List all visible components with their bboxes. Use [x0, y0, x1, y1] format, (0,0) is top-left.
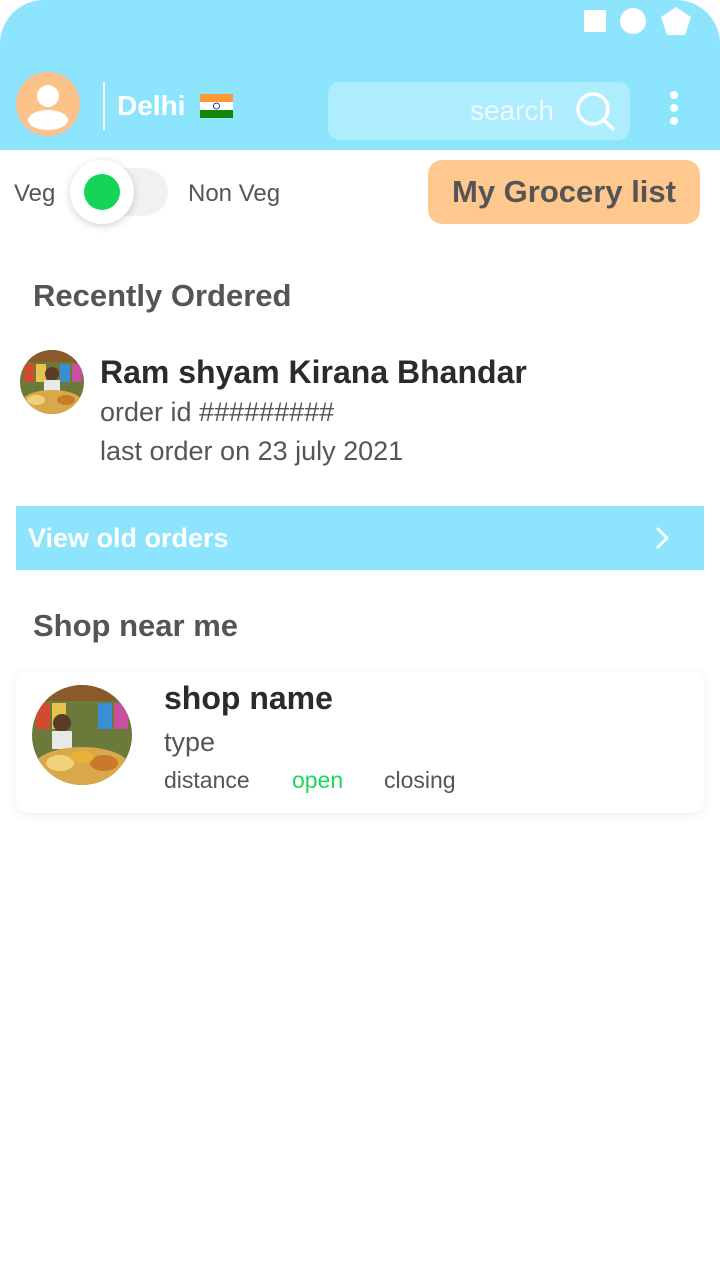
- search-icon[interactable]: [574, 90, 616, 132]
- more-options-icon[interactable]: [664, 90, 684, 126]
- header-divider: [103, 82, 105, 130]
- view-old-orders-label: View old orders: [28, 523, 229, 553]
- veg-indicator-dot: [84, 174, 120, 210]
- india-flag-icon: [200, 94, 233, 118]
- recently-ordered-title: Recently Ordered: [33, 278, 292, 313]
- non-veg-label: Non Veg: [188, 180, 281, 207]
- shop-photo-icon: [32, 685, 132, 785]
- veg-toggle[interactable]: [70, 160, 134, 224]
- circle-icon: [620, 8, 646, 34]
- my-grocery-list-button[interactable]: My Grocery list: [428, 160, 700, 224]
- user-icon: [28, 85, 68, 130]
- shop-photo-icon: [20, 350, 84, 414]
- recent-shop-image[interactable]: [20, 350, 84, 414]
- search-bar[interactable]: search: [328, 82, 630, 140]
- shop-image: [32, 685, 132, 785]
- status-bar: [584, 6, 692, 36]
- square-icon: [584, 10, 606, 32]
- veg-label: Veg: [14, 180, 56, 207]
- app-header: Delhi search: [0, 0, 720, 150]
- chevron-right-icon: [656, 527, 669, 549]
- search-placeholder[interactable]: search: [470, 95, 554, 127]
- last-order-date: last order on 23 july 2021: [100, 436, 404, 466]
- shop-card[interactable]: shop name type distance open closing: [16, 671, 704, 813]
- shop-name[interactable]: shop name: [164, 680, 333, 717]
- shop-closing-time: closing: [384, 767, 456, 793]
- user-avatar[interactable]: [16, 72, 80, 136]
- shop-open-status: open: [292, 767, 344, 793]
- view-old-orders-button[interactable]: View old orders: [16, 506, 704, 570]
- city-label[interactable]: Delhi: [117, 90, 185, 122]
- shop-near-me-title: Shop near me: [33, 608, 238, 643]
- shop-type: type: [164, 727, 216, 757]
- recent-shop-name[interactable]: Ram shyam Kirana Bhandar: [100, 354, 527, 391]
- pentagon-icon: [661, 7, 691, 35]
- order-id: order id #########: [100, 397, 335, 427]
- shop-distance: distance: [164, 767, 250, 793]
